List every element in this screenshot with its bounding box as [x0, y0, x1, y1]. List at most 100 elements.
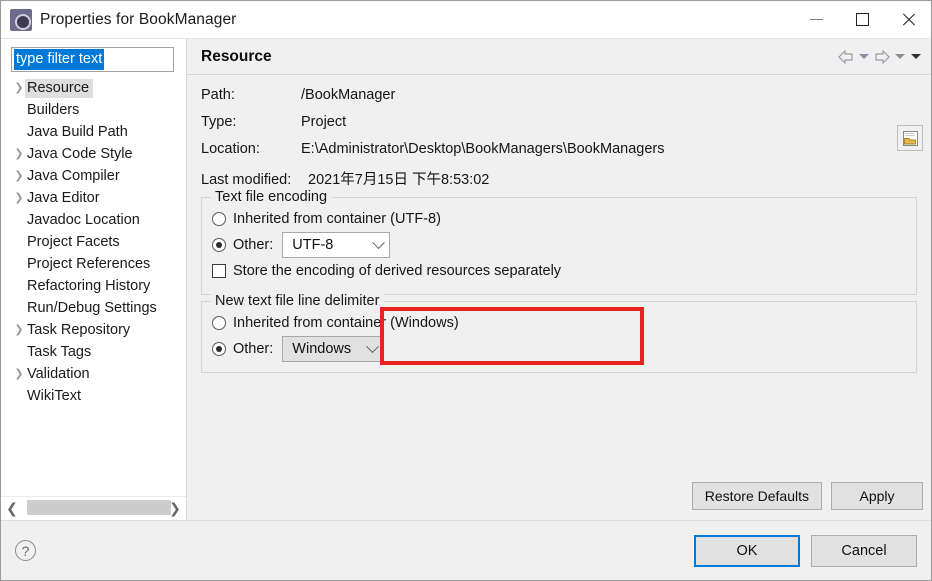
tree-horizontal-scrollbar[interactable]: ❮ ❯	[1, 496, 186, 520]
store-derived-checkbox[interactable]	[212, 264, 226, 278]
last-modified-label: Last modified:	[201, 172, 292, 188]
chevron-right-icon[interactable]: ❯	[11, 324, 27, 336]
scrollbar-thumb[interactable]	[27, 500, 171, 515]
sidebar-item-label: WikiText	[27, 388, 81, 404]
scroll-left-arrow-icon[interactable]: ❮	[1, 497, 23, 520]
chevron-right-icon[interactable]: ❯	[11, 192, 27, 204]
chevron-down-icon	[366, 339, 380, 353]
delimiter-other-radio[interactable]	[212, 342, 226, 356]
path-value: /BookManager	[301, 87, 396, 103]
delimiter-select[interactable]: Windows	[282, 336, 385, 362]
ok-button[interactable]: OK	[694, 534, 800, 567]
arrow-left-icon[interactable]	[837, 48, 855, 66]
sidebar-item-validation[interactable]: ❯ Validation	[1, 363, 186, 385]
sidebar-item-label: Run/Debug Settings	[27, 300, 157, 316]
info-row-type: Type: Project	[201, 114, 917, 130]
minimize-icon	[809, 19, 823, 20]
info-row-path: Path: /BookManager	[201, 87, 917, 103]
sidebar-item-label: Java Code Style	[27, 146, 133, 162]
sidebar-item-label: Javadoc Location	[27, 212, 140, 228]
delimiter-inherited-radio-row[interactable]: Inherited from container (Windows)	[212, 310, 906, 336]
edit-location-button[interactable]	[897, 125, 923, 151]
delimiter-other-radio-row[interactable]: Other: Windows	[212, 336, 906, 362]
dialog-body: type filter text ❯Resource❯Builders❯Java…	[1, 39, 931, 520]
preference-tree[interactable]: ❯Resource❯Builders❯Java Build Path❯Java …	[1, 75, 186, 496]
sidebar-item-task-repository[interactable]: ❯ Task Repository	[1, 319, 186, 341]
dialog-footer: ? OK Cancel	[1, 520, 931, 580]
properties-dialog: Properties for BookManager type filter t…	[0, 0, 932, 581]
encoding-other-label: Other:	[233, 237, 274, 253]
encoding-inherited-label: Inherited from container (UTF-8)	[233, 211, 441, 227]
scrollbar-track[interactable]	[23, 497, 171, 520]
sidebar-item-run-debug-settings[interactable]: ❯Run/Debug Settings	[1, 297, 186, 319]
encoding-inherited-radio-row[interactable]: Inherited from container (UTF-8)	[212, 206, 906, 232]
chevron-right-icon[interactable]: ❯	[11, 148, 27, 160]
page-title: Resource	[201, 47, 272, 65]
sidebar-item-label: Java Build Path	[27, 124, 128, 140]
sidebar-item-refactoring-history[interactable]: ❯Refactoring History	[1, 275, 186, 297]
open-folder-icon	[902, 130, 918, 146]
sidebar-item-resource[interactable]: ❯ Resource	[1, 77, 186, 99]
page-header: Resource	[187, 39, 931, 75]
maximize-button[interactable]	[839, 1, 885, 38]
last-modified-value: 2021年7月15日 下午8:53:02	[308, 172, 490, 188]
info-row-location: Location: E:\Administrator\Desktop\BookM…	[201, 141, 917, 157]
delimiter-inherited-label: Inherited from container (Windows)	[233, 315, 459, 331]
maximize-icon	[855, 13, 869, 26]
sidebar-item-java-compiler[interactable]: ❯ Java Compiler	[1, 165, 186, 187]
close-icon	[901, 12, 916, 27]
path-label: Path:	[201, 87, 235, 103]
encoding-other-radio[interactable]	[212, 238, 226, 252]
title-bar: Properties for BookManager	[1, 1, 931, 39]
search-input[interactable]: type filter text	[11, 47, 174, 72]
close-button[interactable]	[885, 1, 931, 38]
location-value: E:\Administrator\Desktop\BookManagers\Bo…	[301, 141, 665, 157]
arrow-right-icon[interactable]	[873, 48, 891, 66]
encoding-inherited-radio[interactable]	[212, 212, 226, 226]
minimize-button[interactable]	[793, 1, 839, 38]
sidebar-item-java-build-path[interactable]: ❯Java Build Path	[1, 121, 186, 143]
store-derived-checkbox-row[interactable]: Store the encoding of derived resources …	[212, 258, 906, 284]
filter-area: type filter text	[1, 39, 186, 75]
cancel-button[interactable]: Cancel	[811, 534, 917, 567]
chevron-right-icon[interactable]: ❯	[11, 170, 27, 182]
delimiter-select-value: Windows	[292, 341, 352, 357]
text-file-encoding-group: Text file encoding Inherited from contai…	[201, 189, 917, 295]
encoding-other-radio-row[interactable]: Other: UTF-8	[212, 232, 906, 258]
sidebar-item-project-references[interactable]: ❯Project References	[1, 253, 186, 275]
encoding-select[interactable]: UTF-8	[282, 232, 391, 258]
sidebar-item-label: Builders	[27, 102, 80, 118]
filter-input-value: type filter text	[14, 48, 105, 71]
sidebar-item-label: Java Editor	[27, 190, 100, 206]
line-delimiter-group: New text file line delimiter Inherited f…	[201, 293, 917, 373]
type-value: Project	[301, 114, 347, 130]
store-derived-label: Store the encoding of derived resources …	[233, 263, 562, 279]
delimiter-inherited-radio[interactable]	[212, 316, 226, 330]
sidebar-item-label: Validation	[27, 366, 90, 382]
restore-defaults-button[interactable]: Restore Defaults	[691, 482, 822, 510]
chevron-down-icon	[372, 235, 386, 249]
question-mark-icon[interactable]: ?	[15, 540, 36, 561]
sidebar-item-builders[interactable]: ❯Builders	[1, 99, 186, 121]
sidebar-item-label: Refactoring History	[27, 278, 151, 294]
encoding-group-title: Text file encoding	[211, 189, 333, 205]
delimiter-other-label: Other:	[233, 341, 274, 357]
sidebar-item-java-code-style[interactable]: ❯ Java Code Style	[1, 143, 186, 165]
sidebar: type filter text ❯Resource❯Builders❯Java…	[1, 39, 187, 520]
back-history-chevron-down-icon[interactable]	[857, 48, 871, 66]
sidebar-item-task-tags[interactable]: ❯Task Tags	[1, 341, 186, 363]
sidebar-item-javadoc-location[interactable]: ❯Javadoc Location	[1, 209, 186, 231]
chevron-right-icon[interactable]: ❯	[11, 368, 27, 380]
sidebar-item-label: Task Repository	[27, 322, 131, 338]
view-menu-chevron-down-icon[interactable]	[909, 48, 923, 66]
encoding-select-value: UTF-8	[292, 237, 334, 253]
sidebar-item-label: Project Facets	[27, 234, 120, 250]
sidebar-item-label: Task Tags	[27, 344, 92, 360]
type-label: Type:	[201, 114, 237, 130]
forward-history-chevron-down-icon[interactable]	[893, 48, 907, 66]
apply-button[interactable]: Apply	[831, 482, 923, 510]
sidebar-item-java-editor[interactable]: ❯ Java Editor	[1, 187, 186, 209]
delimiter-group-title: New text file line delimiter	[211, 293, 385, 309]
sidebar-item-project-facets[interactable]: ❯Project Facets	[1, 231, 186, 253]
sidebar-item-wikitext[interactable]: ❯WikiText	[1, 385, 186, 407]
